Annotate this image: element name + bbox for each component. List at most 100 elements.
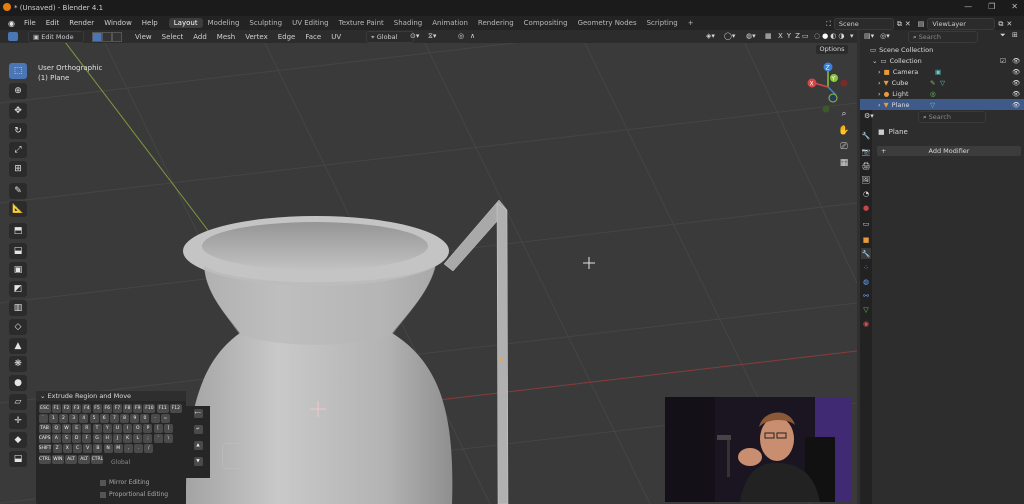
menu-window[interactable]: Window [99,19,137,27]
menu-vertex[interactable]: Vertex [240,33,273,41]
modifier-tab-icon[interactable]: 🔧 [861,248,871,259]
outliner-item-camera[interactable]: › ■ Camera ▣ 👁 [860,66,1024,77]
new-scene-icon[interactable]: ⧉ [897,20,902,29]
light-visibility-icon[interactable]: 👁 [1012,90,1020,98]
vertex-select-icon[interactable] [92,31,102,42]
tab-uv-editing[interactable]: UV Editing [287,18,334,28]
minimize-icon[interactable]: — [964,2,972,11]
selected-vertex[interactable] [499,358,503,362]
shrink-fatten-tool-icon[interactable]: ✛ [9,413,27,429]
data-tab-icon[interactable]: ▽ [861,304,871,315]
render-tab-icon[interactable]: 📷 [861,146,871,157]
shading-options-icon[interactable]: ▾ [850,32,854,40]
select-box-tool-icon[interactable]: ⬚ [9,63,27,79]
add-modifier-button[interactable]: + Add Modifier [877,146,1021,156]
delete-view-layer-icon[interactable]: ✕ [1006,20,1012,28]
mirror-z-toggle[interactable]: Z [795,32,800,40]
transform-tool-icon[interactable]: ⊞ [9,161,27,177]
tool-tab-icon[interactable]: 🔧 [861,130,871,141]
scene-tab-icon[interactable]: ◔ [861,188,871,199]
outliner-item-plane[interactable]: › ▼ Plane ▽ 👁 [860,99,1024,110]
menu-select[interactable]: Select [157,33,189,41]
bevel-tool-icon[interactable]: ◩ [9,281,27,297]
extrude-region-tool-icon[interactable]: ⬓ [9,243,27,259]
outliner-item-cube[interactable]: › ▼ Cube ✎ ▽ 👁 [860,77,1024,88]
plane-visibility-icon[interactable]: 👁 [1012,101,1020,109]
close-icon[interactable]: ✕ [1011,2,1018,11]
mode-selector[interactable]: ▣ Edit Mode [28,30,84,43]
world-tab-icon[interactable]: ● [861,202,871,213]
annotate-tool-icon[interactable]: ✎ [9,183,27,199]
pan-hand-icon[interactable]: ✋ [836,124,852,138]
expand-arrow-icon[interactable]: › [878,68,881,76]
options-button[interactable]: Options [816,45,848,54]
view-layer-selector[interactable]: ViewLayer [927,18,996,30]
panel-collapse-icon[interactable]: ⌄ [40,392,48,400]
loop-cut-tool-icon[interactable]: ▥ [9,300,27,316]
orientation-value[interactable]: Global [111,459,130,466]
move-tool-icon[interactable]: ✥ [9,103,27,119]
menu-add[interactable]: Add [188,33,212,41]
plane-mesh-data-icon[interactable]: ▽ [930,101,935,109]
falloff-icon[interactable]: ∧ [470,32,475,40]
zoom-icon[interactable]: ⌕ [836,107,852,121]
tab-animation[interactable]: Animation [427,18,473,28]
perspective-toggle-icon[interactable]: ▦ [836,156,852,170]
light-data-icon[interactable]: ◎ [930,90,936,98]
properties-search[interactable]: ⌕ Search [918,111,986,123]
collection-tab-icon[interactable]: ▭ [861,218,871,229]
blender-menu-icon[interactable]: ◉ [8,19,15,28]
snap-icon[interactable]: ⧖▾ [428,32,436,41]
expand-arrow-icon[interactable]: › [878,90,881,98]
view-object-types-icon[interactable]: ◈▾ [706,32,715,40]
xray-toggle-icon[interactable]: ▭ [802,32,809,40]
menu-mesh[interactable]: Mesh [212,33,240,41]
poly-build-tool-icon[interactable]: ▲ [9,338,27,354]
collection-visibility-icon[interactable]: 👁 [1012,57,1020,65]
transform-orientation-selector[interactable]: ⌖ Global [366,31,414,43]
menu-edge[interactable]: Edge [273,33,301,41]
measure-tool-icon[interactable]: 📐 [9,201,27,217]
spin-tool-icon[interactable]: ❋ [9,356,27,372]
knife-tool-icon[interactable]: ◇ [9,319,27,335]
cube-modifier-icon[interactable]: ✎ [930,79,935,87]
menu-uv[interactable]: UV [326,33,346,41]
delete-scene-icon[interactable]: ✕ [905,20,911,28]
tab-compositing[interactable]: Compositing [519,18,573,28]
gizmo-toggle-icon[interactable]: ◯▾ [724,32,735,40]
scene-selector[interactable]: Scene [833,18,894,30]
scene-icon[interactable]: ⛶ [826,20,831,29]
pivot-point-icon[interactable]: ⊙▾ [410,32,419,40]
maximize-icon[interactable]: ❐ [988,2,995,11]
edge-slide-tool-icon[interactable]: ▱ [9,394,27,410]
operator-title[interactable]: Extrude Region and Move [48,392,132,400]
face-select-icon[interactable] [112,31,122,42]
new-view-layer-icon[interactable]: ⧉ [998,20,1003,29]
outliner-search[interactable]: ⌕ Search [908,31,978,43]
tab-texture-paint[interactable]: Texture Paint [334,18,389,28]
view-layer-icon[interactable]: ▤ [918,20,925,28]
menu-view[interactable]: View [130,33,157,41]
shear-tool-icon[interactable]: ◆ [9,432,27,448]
edge-select-icon[interactable] [102,31,112,42]
tab-layout[interactable]: Layout [168,18,203,28]
rendered-shading-icon[interactable]: ◑ [838,32,844,40]
tab-scripting[interactable]: Scripting [642,18,683,28]
tab-geometry-nodes[interactable]: Geometry Nodes [573,18,642,28]
menu-render[interactable]: Render [64,19,99,27]
camera-data-icon[interactable]: ▣ [935,68,941,76]
tab-modeling[interactable]: Modeling [203,18,245,28]
expand-arrow-icon[interactable]: › [878,79,881,87]
3d-viewport[interactable]: X Y Z User Orthographic (1) Plane ⬚ ⊕ ✥ … [0,43,857,504]
add-workspace-icon[interactable]: + [683,18,699,28]
proportional-editing-icon[interactable]: ◎ [458,32,464,40]
collapse-arrow-icon[interactable]: ⌄ [872,57,877,65]
inset-faces-tool-icon[interactable]: ▣ [9,262,27,278]
rip-region-tool-icon[interactable]: ⬓ [9,451,27,467]
mesh-edit-overlays-icon[interactable]: ▦ [765,32,772,40]
menu-edit[interactable]: Edit [41,19,65,27]
menu-face[interactable]: Face [300,33,326,41]
physics-tab-icon[interactable]: ◍ [861,276,871,287]
properties-editor-icon[interactable]: ⚙▾ [864,112,874,120]
mirror-y-toggle[interactable]: Y [787,32,791,40]
